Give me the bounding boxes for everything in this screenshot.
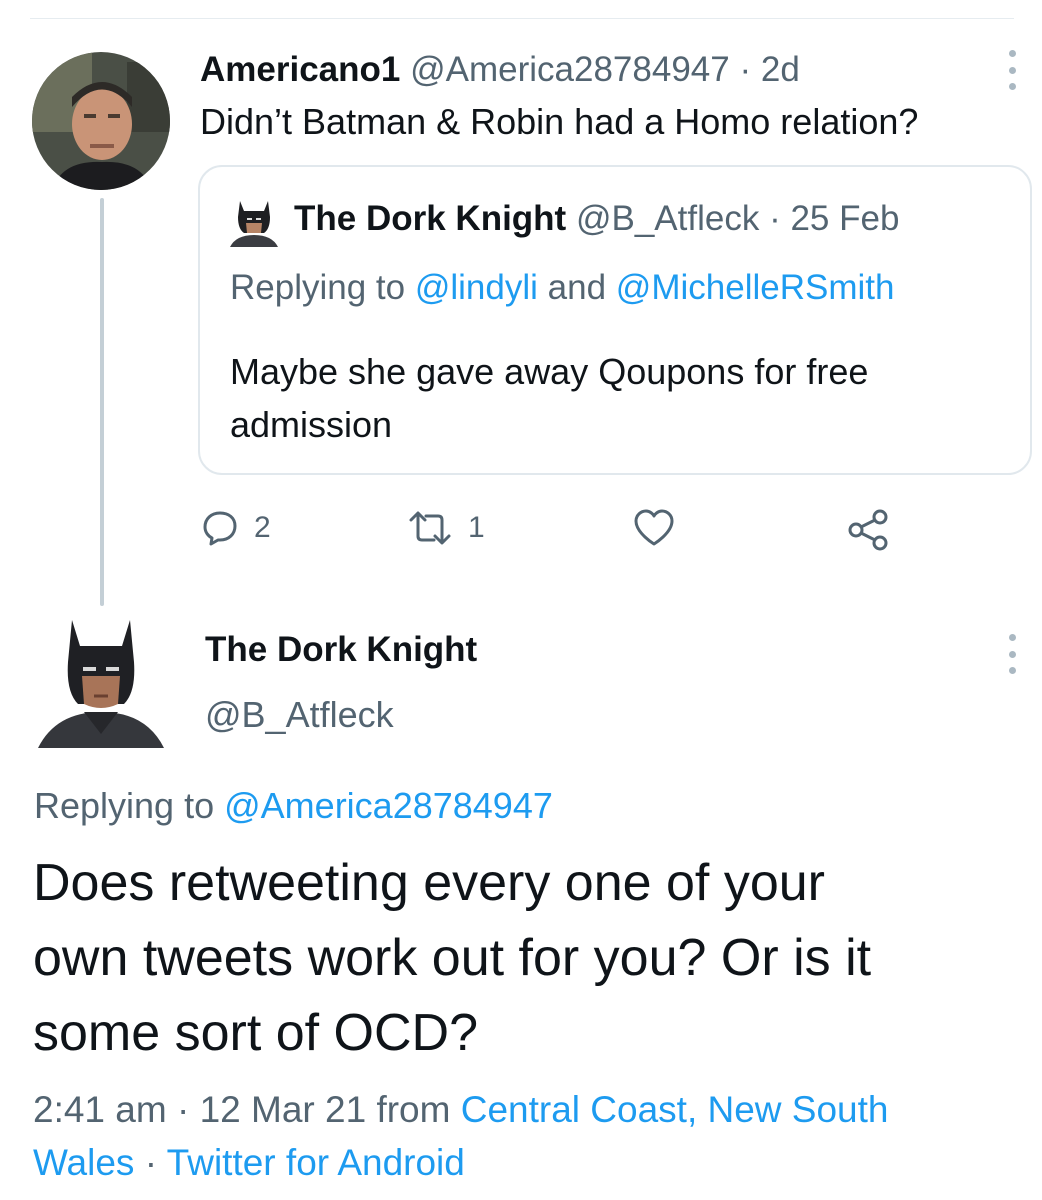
quoted-author-name: The Dork Knight xyxy=(294,199,567,238)
quoted-replying-prefix: Replying to xyxy=(230,268,406,307)
parent-tweet-text: Didn’t Batman & Robin had a Homo relatio… xyxy=(200,101,919,142)
main-tweet-text-line-3: some sort of OCD? xyxy=(33,1004,479,1062)
parent-header: Americano1 @America28784947 · 2d xyxy=(200,50,800,90)
more-options-icon[interactable] xyxy=(1000,50,1024,90)
main-source[interactable]: Twitter for Android xyxy=(167,1142,465,1183)
parent-handle[interactable]: @America28784947 xyxy=(410,50,730,89)
quoted-replying-to: Replying to @lindyli and @MichelleRSmith xyxy=(230,268,894,308)
quoted-reply-and: and xyxy=(547,268,607,307)
parent-separator: · xyxy=(739,50,752,89)
parent-time[interactable]: 2d xyxy=(761,50,800,89)
like-button[interactable] xyxy=(632,508,676,548)
main-more-options-icon[interactable] xyxy=(1000,634,1024,674)
main-meta-line-2: Wales · Twitter for Android xyxy=(33,1142,465,1184)
parent-avatar[interactable] xyxy=(32,52,170,190)
main-replying-to: Replying to @America28784947 xyxy=(34,785,553,827)
quoted-reply-user-2[interactable]: @MichelleRSmith xyxy=(616,268,895,307)
main-tweet-text-line-1: Does retweeting every one of your xyxy=(33,854,825,912)
main-author-name[interactable]: The Dork Knight xyxy=(205,630,477,670)
quoted-date: 25 Feb xyxy=(790,199,900,238)
main-replying-prefix: Replying to xyxy=(34,785,215,826)
main-location-line-1[interactable]: Central Coast, New South xyxy=(461,1089,889,1130)
quoted-header: The Dork Knight @B_Atfleck · 25 Feb xyxy=(294,199,899,239)
reply-count: 2 xyxy=(254,511,271,544)
main-location-line-2[interactable]: Wales xyxy=(33,1142,134,1183)
main-tweet-text-line-2: own tweets work out for you? Or is it xyxy=(33,929,872,987)
retweet-button[interactable]: 1 xyxy=(406,508,485,548)
share-icon xyxy=(846,508,890,552)
reply-icon xyxy=(200,508,240,548)
main-reply-user[interactable]: @America28784947 xyxy=(224,785,553,826)
retweet-icon xyxy=(406,508,454,548)
reply-button[interactable]: 2 xyxy=(200,508,271,548)
main-timestamp[interactable]: 2:41 am · 12 Mar 21 from xyxy=(33,1089,450,1130)
quoted-avatar xyxy=(228,197,280,249)
main-meta-line-1: 2:41 am · 12 Mar 21 from Central Coast, … xyxy=(33,1089,889,1131)
share-button[interactable] xyxy=(846,508,890,552)
heart-icon xyxy=(632,508,676,548)
parent-author-name[interactable]: Americano1 xyxy=(200,50,400,89)
quoted-text-line-2: admission xyxy=(230,404,393,445)
quoted-tweet-card[interactable]: The Dork Knight @B_Atfleck · 25 Feb Repl… xyxy=(198,165,1032,475)
quoted-separator: · xyxy=(769,199,781,238)
thread-line xyxy=(100,198,104,606)
quoted-reply-user-1[interactable]: @lindyli xyxy=(415,268,538,307)
main-handle[interactable]: @B_Atfleck xyxy=(205,694,394,736)
main-source-separator: · xyxy=(144,1142,158,1183)
quoted-handle: @B_Atfleck xyxy=(575,199,760,238)
main-avatar[interactable] xyxy=(34,612,168,752)
retweet-count: 1 xyxy=(468,511,485,544)
quoted-text-line-1: Maybe she gave away Qoupons for free xyxy=(230,351,869,392)
top-divider xyxy=(30,18,1014,19)
